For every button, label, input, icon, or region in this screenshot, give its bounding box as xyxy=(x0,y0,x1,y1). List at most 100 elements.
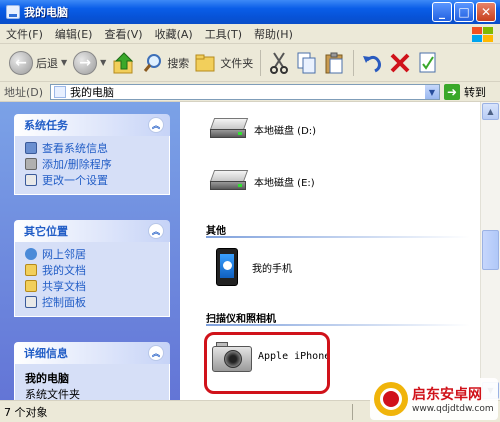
details-title: 详细信息 xyxy=(24,347,68,360)
place-label: 共享文档 xyxy=(42,280,86,293)
close-button[interactable]: ✕ xyxy=(476,2,496,22)
cut-button[interactable] xyxy=(265,48,293,78)
back-button[interactable]: ← 后退 ▼ xyxy=(6,48,70,78)
chevron-down-icon[interactable]: ▼ xyxy=(100,58,106,67)
other-places-header[interactable]: 其它位置 ︽ xyxy=(14,220,170,242)
folder-up-icon xyxy=(113,51,134,73)
place-network[interactable]: 网上邻居 xyxy=(25,246,161,262)
menu-bar: 文件(F) 编辑(E) 查看(V) 收藏(A) 工具(T) 帮助(H) xyxy=(0,24,500,44)
window-title: 我的电脑 xyxy=(24,6,68,19)
menu-file[interactable]: 文件(F) xyxy=(0,26,49,42)
up-button[interactable] xyxy=(109,48,139,78)
folders-icon xyxy=(195,54,215,71)
site-watermark: 启东安卓网 www.qdjdtdw.com xyxy=(370,378,498,420)
chevron-up-icon[interactable]: ︽ xyxy=(148,223,164,239)
drive-label: 本地磁盘 (E:) xyxy=(254,177,315,189)
details-type: 系统文件夹 xyxy=(25,388,80,400)
menu-favorites[interactable]: 收藏(A) xyxy=(149,26,199,42)
my-computer-icon xyxy=(54,86,66,98)
vertical-scrollbar[interactable]: ▲ ▼ xyxy=(480,102,500,400)
system-tasks-panel: 系统任务 ︽ 查看系统信息 添加/删除程序 更改一个设置 xyxy=(14,114,170,195)
other-places-panel: 其它位置 ︽ 网上邻居 我的文档 共享文档 控制面板 xyxy=(14,220,170,317)
shared-folder-icon xyxy=(25,280,37,292)
minimize-button[interactable]: _ xyxy=(432,2,452,22)
task-change-setting[interactable]: 更改一个设置 xyxy=(25,172,161,188)
folders-button[interactable]: 文件夹 xyxy=(192,48,256,78)
my-computer-icon xyxy=(6,5,20,19)
undo-icon xyxy=(363,55,382,72)
menu-edit[interactable]: 编辑(E) xyxy=(49,26,99,42)
task-label: 查看系统信息 xyxy=(42,142,108,155)
window-controls: _ □ ✕ xyxy=(432,2,496,22)
watermark-title: 启东安卓网 xyxy=(412,387,482,403)
paste-button[interactable] xyxy=(321,48,349,78)
title-bar: 我的电脑 _ □ ✕ xyxy=(0,0,500,24)
forward-arrow-icon: → xyxy=(73,50,98,75)
copy-icon xyxy=(297,52,316,73)
delete-button[interactable] xyxy=(386,48,414,78)
group-divider xyxy=(206,236,470,238)
go-button[interactable]: ➜ 转到 xyxy=(444,84,486,100)
drive-e[interactable]: 本地磁盘 (E:) xyxy=(208,168,315,194)
search-icon xyxy=(144,53,162,72)
properties-button[interactable] xyxy=(414,48,442,78)
details-header[interactable]: 详细信息 ︽ xyxy=(14,342,170,364)
search-label: 搜索 xyxy=(167,56,190,70)
hard-drive-icon xyxy=(208,116,250,142)
delete-x-icon xyxy=(390,53,410,72)
object-count: 7 个对象 xyxy=(4,405,48,419)
toolbar: ← 后退 ▼ → ▼ 搜索 文件夹 xyxy=(0,44,500,82)
back-arrow-icon: ← xyxy=(9,50,33,75)
place-my-documents[interactable]: 我的文档 xyxy=(25,262,161,278)
device-label: 我的手机 xyxy=(252,263,292,275)
place-control-panel[interactable]: 控制面板 xyxy=(25,294,161,310)
system-tasks-list: 查看系统信息 添加/删除程序 更改一个设置 xyxy=(14,136,170,195)
system-tasks-header[interactable]: 系统任务 ︽ xyxy=(14,114,170,136)
main-area: 系统任务 ︽ 查看系统信息 添加/删除程序 更改一个设置 其它位置 ︽ 网上邻居… xyxy=(0,102,500,400)
toolbar-separator xyxy=(353,49,355,76)
other-places-title: 其它位置 xyxy=(24,225,68,238)
properties-icon xyxy=(419,52,436,72)
task-label: 更改一个设置 xyxy=(42,174,108,187)
network-icon xyxy=(25,248,37,260)
task-add-remove-programs[interactable]: 添加/删除程序 xyxy=(25,156,161,172)
menu-view[interactable]: 查看(V) xyxy=(98,26,148,42)
task-view-system-info[interactable]: 查看系统信息 xyxy=(25,140,161,156)
go-arrow-icon: ➜ xyxy=(444,84,460,100)
address-value: 我的电脑 xyxy=(70,86,114,99)
address-label: 地址(D) xyxy=(4,85,44,99)
menu-tools[interactable]: 工具(T) xyxy=(199,26,248,42)
control-panel-icon xyxy=(25,174,37,186)
place-shared-documents[interactable]: 共享文档 xyxy=(25,278,161,294)
menu-help[interactable]: 帮助(H) xyxy=(248,26,299,42)
system-tasks-title: 系统任务 xyxy=(24,119,68,132)
address-bar: 地址(D) 我的电脑 ▼ ➜ 转到 xyxy=(0,82,500,102)
other-places-list: 网上邻居 我的文档 共享文档 控制面板 xyxy=(14,242,170,317)
drive-d[interactable]: 本地磁盘 (D:) xyxy=(208,116,316,142)
scroll-thumb[interactable] xyxy=(482,230,499,270)
search-button[interactable]: 搜索 xyxy=(139,48,192,78)
task-label: 添加/删除程序 xyxy=(42,158,112,171)
highlight-annotation xyxy=(204,332,330,394)
place-label: 网上邻居 xyxy=(42,248,86,261)
chevron-down-icon[interactable]: ▼ xyxy=(61,58,67,67)
copy-button[interactable] xyxy=(293,48,321,78)
control-panel-icon xyxy=(25,296,37,308)
forward-button[interactable]: → ▼ xyxy=(70,48,109,78)
my-phone[interactable]: 我的手机 xyxy=(216,248,292,286)
watermark-logo-icon xyxy=(374,382,408,416)
scroll-up-icon[interactable]: ▲ xyxy=(482,103,499,120)
details-body: 我的电脑 系统文件夹 xyxy=(14,364,170,400)
maximize-button[interactable]: □ xyxy=(454,2,474,22)
undo-button[interactable] xyxy=(358,48,386,78)
chevron-up-icon[interactable]: ︽ xyxy=(148,117,164,133)
chevron-down-icon[interactable]: ▼ xyxy=(425,85,439,99)
address-input[interactable]: 我的电脑 ▼ xyxy=(50,84,440,100)
status-divider xyxy=(352,404,353,420)
group-header-scanners-cameras: 扫描仪和照相机 xyxy=(206,314,276,325)
chevron-up-icon[interactable]: ︽ xyxy=(148,345,164,361)
scissors-icon xyxy=(270,51,289,74)
group-divider xyxy=(206,324,470,326)
group-header-other: 其他 xyxy=(206,226,226,237)
paste-icon xyxy=(325,52,343,73)
